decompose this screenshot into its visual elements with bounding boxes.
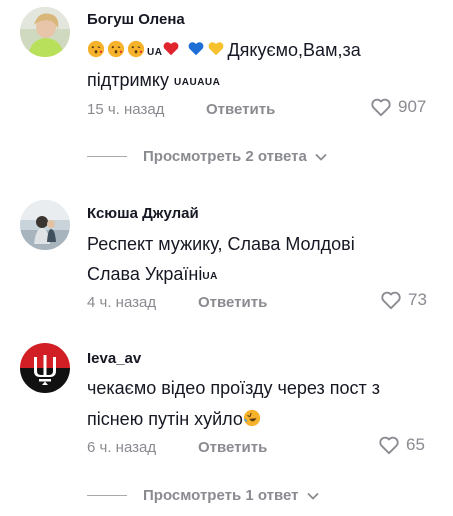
comment-text-line2: Слава Україні	[87, 264, 203, 284]
like-button[interactable]: 65	[378, 435, 425, 455]
like-button[interactable]: 73	[380, 290, 427, 310]
flag-text: UA	[147, 47, 163, 58]
view-replies-button[interactable]: Просмотреть 1 ответ	[87, 487, 319, 504]
heart-outline-icon	[381, 291, 401, 310]
comment-author[interactable]: Богуш Олена	[87, 11, 185, 28]
comment-author[interactable]: Ксюша Джулай	[87, 205, 199, 222]
flag-text: UA	[202, 271, 218, 282]
blue-heart-emoji	[189, 42, 204, 56]
kissing-heart-emoji	[127, 40, 145, 58]
comment-text: Респект мужику, Слава Молдові	[87, 234, 355, 254]
comment-text-line2-row: піснею путін хуйло	[87, 403, 263, 435]
comment-time: 6 ч. назад	[87, 439, 157, 456]
avatar[interactable]	[20, 200, 70, 250]
view-replies-button[interactable]: Просмотреть 2 ответа	[87, 148, 327, 165]
comment-text-line2-row: підтримку UAUAUA	[87, 64, 220, 99]
comment-time: 4 ч. назад	[87, 294, 157, 311]
comment-time: 15 ч. назад	[87, 101, 165, 118]
yellow-heart-emoji	[209, 42, 224, 56]
avatar[interactable]	[20, 343, 70, 393]
avatar-photo	[20, 200, 70, 250]
divider	[87, 495, 127, 496]
chevron-down-icon	[315, 153, 327, 161]
comment-text-line2: підтримку	[87, 70, 170, 90]
like-count: 65	[406, 435, 425, 454]
trident-avatar	[20, 343, 70, 393]
heart-outline-icon	[379, 436, 399, 455]
avatar[interactable]	[20, 7, 70, 57]
avatar-photo	[20, 7, 70, 57]
like-count: 73	[408, 290, 427, 309]
kissing-heart-emoji	[107, 40, 125, 58]
like-count: 907	[398, 97, 427, 116]
heart-outline-icon	[371, 98, 391, 117]
reply-button[interactable]: Ответить	[198, 294, 267, 311]
comment-text-line2: піснею путін хуйло	[87, 409, 243, 429]
kissing-heart-emoji	[87, 40, 105, 58]
view-replies-label: Просмотреть 1 ответ	[143, 487, 299, 504]
divider	[87, 156, 127, 157]
chevron-down-icon	[306, 492, 319, 500]
flag-text: UAUAUA	[174, 77, 221, 88]
red-heart-emoji	[164, 42, 179, 56]
view-replies-label: Просмотреть 2 ответа	[143, 148, 307, 165]
like-button[interactable]: 907	[370, 97, 426, 117]
comment-text-line2-row: Слава УкраїніUA	[87, 258, 218, 293]
comment-author[interactable]: Ieva_av	[87, 350, 141, 367]
reply-button[interactable]: Ответить	[206, 101, 275, 118]
comment-text-line1: Дякуємо,Вам,за	[227, 40, 361, 60]
reply-button[interactable]: Ответить	[198, 439, 267, 456]
comment-text: чекаємо відео проїзду через пост з	[87, 378, 380, 398]
rolling-laughing-emoji	[243, 409, 261, 427]
